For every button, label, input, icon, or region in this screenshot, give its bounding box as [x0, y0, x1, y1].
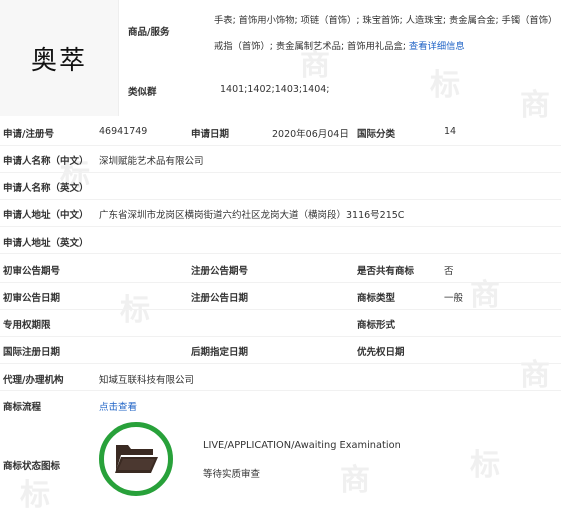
row-intl-dates: 国际注册日期 后期指定日期 优先权日期 — [0, 336, 561, 364]
row-applicant-en: 申请人名称（英文） — [0, 172, 561, 200]
similar-group-label: 类似群 — [128, 87, 157, 98]
row-exclusive-period: 专用权期限 商标形式 — [0, 309, 561, 337]
goods-line-1: 手表; 首饰用小饰物; 项链（首饰）; 珠宝首饰; 人造珠宝; 贵金属合金; 手… — [214, 15, 558, 26]
row-agent: 代理/办理机构 知域互联科技有限公司 — [0, 363, 561, 391]
mark-form-label: 商标形式 — [357, 320, 396, 331]
intl-class-label: 国际分类 — [357, 129, 396, 140]
row-address-en: 申请人地址（英文） — [0, 226, 561, 254]
address-cn-label: 申请人地址（中文） — [3, 210, 89, 221]
row-reg-number: 申请/注册号 46941749 申请日期 2020年06月04日 国际分类 14 — [0, 118, 561, 146]
applicant-en-label: 申请人名称（英文） — [3, 183, 89, 194]
intl-reg-date-label: 国际注册日期 — [3, 347, 61, 358]
intl-class-value: 14 — [444, 126, 457, 137]
status-text-en: LIVE/APPLICATION/Awaiting Examination — [203, 440, 401, 451]
row-applicant-cn: 申请人名称（中文） 深圳赋能艺术品有限公司 — [0, 145, 561, 173]
later-date-label: 后期指定日期 — [191, 347, 249, 358]
watermark: 标 — [470, 448, 500, 483]
status-badge — [99, 422, 173, 496]
agent-value: 知域互联科技有限公司 — [99, 375, 195, 386]
reg-notice-number-label: 注册公告期号 — [191, 266, 249, 277]
status-icon-label: 商标状态图标 — [3, 461, 61, 472]
process-view-link[interactable]: 点击查看 — [99, 399, 137, 413]
folder-icon — [113, 441, 159, 478]
prelim-notice-date-label: 初审公告日期 — [3, 293, 61, 304]
goods-line-2: 戒指（首饰）; 贵金属制艺术品; 首饰用礼品盒; 查看详细信息 — [214, 38, 465, 52]
exclusive-period-label: 专用权期限 — [3, 320, 51, 331]
goods-label: 商品/服务 — [128, 27, 170, 38]
priority-date-label: 优先权日期 — [357, 347, 405, 358]
mark-type-value: 一般 — [444, 293, 464, 304]
mark-type-label: 商标类型 — [357, 293, 396, 304]
goods-more-link[interactable]: 查看详细信息 — [409, 41, 465, 52]
row-notice-number: 初审公告期号 注册公告期号 是否共有商标 否 — [0, 255, 561, 283]
process-label: 商标流程 — [3, 402, 42, 413]
row-process: 商标流程 点击查看 — [0, 391, 561, 418]
row-notice-date: 初审公告日期 注册公告日期 商标类型 一般 — [0, 282, 561, 310]
watermark: 标 — [20, 478, 50, 513]
watermark: 商 — [340, 463, 370, 498]
shared-mark-value: 否 — [444, 266, 454, 277]
prelim-notice-number-label: 初审公告期号 — [3, 266, 61, 277]
trademark-logo-text: 奥萃 — [30, 45, 87, 76]
similar-group-value: 1401;1402;1403;1404; — [220, 84, 330, 95]
trademark-logo: 奥萃 — [0, 0, 119, 116]
reg-number-label: 申请/注册号 — [3, 129, 54, 140]
address-en-label: 申请人地址（英文） — [3, 238, 89, 249]
applicant-cn-value: 深圳赋能艺术品有限公司 — [99, 156, 204, 167]
address-cn-value: 广东省深圳市龙岗区横岗街道六约社区龙岗大道（横岗段）3116号215C — [99, 210, 405, 221]
goods-line-2-text: 戒指（首饰）; 贵金属制艺术品; 首饰用礼品盒; — [214, 41, 406, 52]
row-address-cn: 申请人地址（中文） 广东省深圳市龙岗区横岗街道六约社区龙岗大道（横岗段）3116… — [0, 199, 561, 227]
apply-date-label: 申请日期 — [191, 129, 230, 140]
applicant-cn-label: 申请人名称（中文） — [3, 156, 89, 167]
shared-mark-label: 是否共有商标 — [357, 266, 415, 277]
trademark-header: 奥萃 商品/服务 手表; 首饰用小饰物; 项链（首饰）; 珠宝首饰; 人造珠宝;… — [0, 0, 561, 118]
reg-notice-date-label: 注册公告日期 — [191, 293, 249, 304]
apply-date-value: 2020年06月04日 — [272, 129, 349, 140]
agent-label: 代理/办理机构 — [3, 375, 64, 386]
status-text-cn: 等待实质审查 — [203, 469, 261, 480]
reg-number-value: 46941749 — [99, 126, 148, 137]
